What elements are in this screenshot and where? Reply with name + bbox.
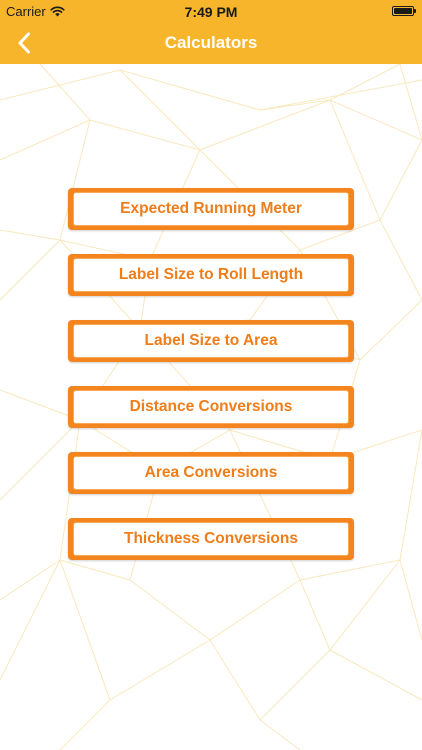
- distance-conversions-button[interactable]: Distance Conversions: [68, 386, 354, 428]
- button-label: Thickness Conversions: [123, 530, 298, 547]
- area-conversions-button[interactable]: Area Conversions: [68, 452, 354, 494]
- calculator-menu: Expected Running Meter Label Size to Rol…: [68, 188, 354, 584]
- button-label: Label Size to Area: [144, 332, 278, 349]
- button-label: Expected Running Meter: [120, 200, 302, 217]
- label-size-to-area-button[interactable]: Label Size to Area: [68, 320, 354, 362]
- navigation-bar: Calculators: [0, 22, 422, 64]
- status-time: 7:49 PM: [184, 4, 238, 20]
- status-bar: Carrier 7:49 PM: [0, 0, 422, 22]
- button-label: Area Conversions: [144, 464, 278, 481]
- page-title: Calculators: [164, 33, 258, 52]
- button-label: Distance Conversions: [129, 398, 293, 415]
- expected-running-meter-button[interactable]: Expected Running Meter: [68, 188, 354, 230]
- battery-icon: [392, 6, 416, 16]
- thickness-conversions-button[interactable]: Thickness Conversions: [68, 518, 354, 560]
- label-size-to-roll-length-button[interactable]: Label Size to Roll Length: [68, 254, 354, 296]
- button-label: Label Size to Roll Length: [118, 266, 304, 283]
